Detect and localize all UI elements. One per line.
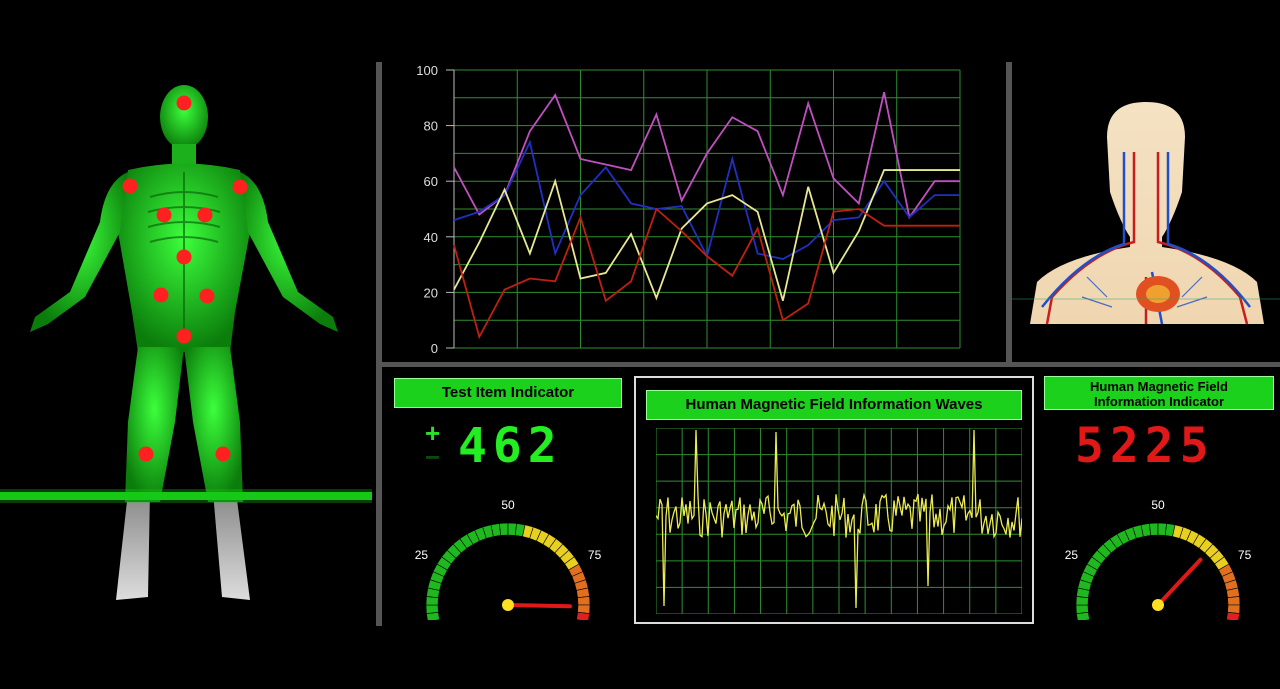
y-tick-label: 0 bbox=[431, 341, 438, 356]
line-chart: 0 20 40 60 80 100 bbox=[382, 62, 1006, 362]
gauge-tick-label: 50 bbox=[1151, 498, 1165, 512]
magnetic-digits: 5225 bbox=[1075, 418, 1215, 474]
magnetic-indicator-title: Human Magnetic Field Information Indicat… bbox=[1044, 376, 1274, 410]
marker-left-knee[interactable] bbox=[138, 446, 154, 462]
gauge-segment bbox=[1227, 596, 1241, 606]
gauge-segment bbox=[1075, 604, 1089, 614]
y-tick-label: 20 bbox=[424, 285, 438, 300]
gauge-needle bbox=[1156, 557, 1203, 607]
marker-left-hip[interactable] bbox=[153, 287, 169, 303]
anatomy-panel bbox=[1012, 62, 1280, 362]
marker-head[interactable] bbox=[176, 95, 192, 111]
gauge-pivot bbox=[1152, 599, 1164, 611]
minus-sign: − bbox=[425, 442, 441, 472]
circulatory-system-icon bbox=[1012, 102, 1280, 325]
gauge-segment bbox=[576, 611, 590, 623]
divider-horizontal bbox=[382, 362, 1280, 367]
marker-right-knee[interactable] bbox=[215, 446, 231, 462]
gauge-tick-label: 25 bbox=[1065, 548, 1079, 562]
body-panel bbox=[0, 62, 375, 627]
gauge-segment bbox=[1149, 522, 1159, 536]
gauge-svg-right: 0255075100 bbox=[1065, 498, 1255, 662]
y-tick-label: 40 bbox=[424, 230, 438, 245]
marker-abdomen[interactable] bbox=[176, 249, 192, 265]
test-item-gauge: 0255075100 bbox=[395, 490, 625, 662]
gauge-segment bbox=[1226, 611, 1240, 623]
test-item-digits: 462 bbox=[458, 418, 563, 474]
marker-pelvis[interactable] bbox=[176, 328, 192, 344]
gauge-segment bbox=[499, 522, 509, 536]
y-tick-label: 80 bbox=[424, 119, 438, 134]
magnetic-gauge: 0255075100 bbox=[1045, 490, 1275, 662]
gauge-tick-label: 75 bbox=[1238, 548, 1252, 562]
gauge-pivot bbox=[502, 599, 514, 611]
human-body-figure bbox=[0, 85, 372, 600]
wave-graph bbox=[656, 428, 1022, 614]
marker-right-chest[interactable] bbox=[197, 207, 213, 223]
line-chart-svg: 0 20 40 60 80 100 bbox=[416, 63, 961, 356]
magnetic-title-line1: Human Magnetic Field bbox=[1090, 379, 1228, 394]
gauge-segment bbox=[577, 596, 591, 606]
y-tick-label: 100 bbox=[416, 63, 438, 78]
marker-left-chest[interactable] bbox=[156, 207, 172, 223]
y-tick-label: 60 bbox=[424, 174, 438, 189]
gauge-tick-label: 50 bbox=[501, 498, 515, 512]
gauge-svg-left: 0255075100 bbox=[415, 498, 605, 662]
gauge-segment bbox=[425, 604, 439, 614]
magnetic-title-line2: Information Indicator bbox=[1094, 394, 1224, 409]
test-item-title: Test Item Indicator bbox=[394, 378, 622, 408]
waves-panel: Human Magnetic Field Information Waves bbox=[634, 376, 1034, 624]
gauge-tick-label: 25 bbox=[415, 548, 429, 562]
gauge-tick-label: 75 bbox=[588, 548, 602, 562]
gauge-needle bbox=[506, 603, 572, 609]
waves-title: Human Magnetic Field Information Waves bbox=[646, 390, 1022, 420]
marker-right-shoulder[interactable] bbox=[232, 179, 248, 195]
marker-right-hip[interactable] bbox=[199, 288, 215, 304]
marker-left-shoulder[interactable] bbox=[122, 178, 138, 194]
